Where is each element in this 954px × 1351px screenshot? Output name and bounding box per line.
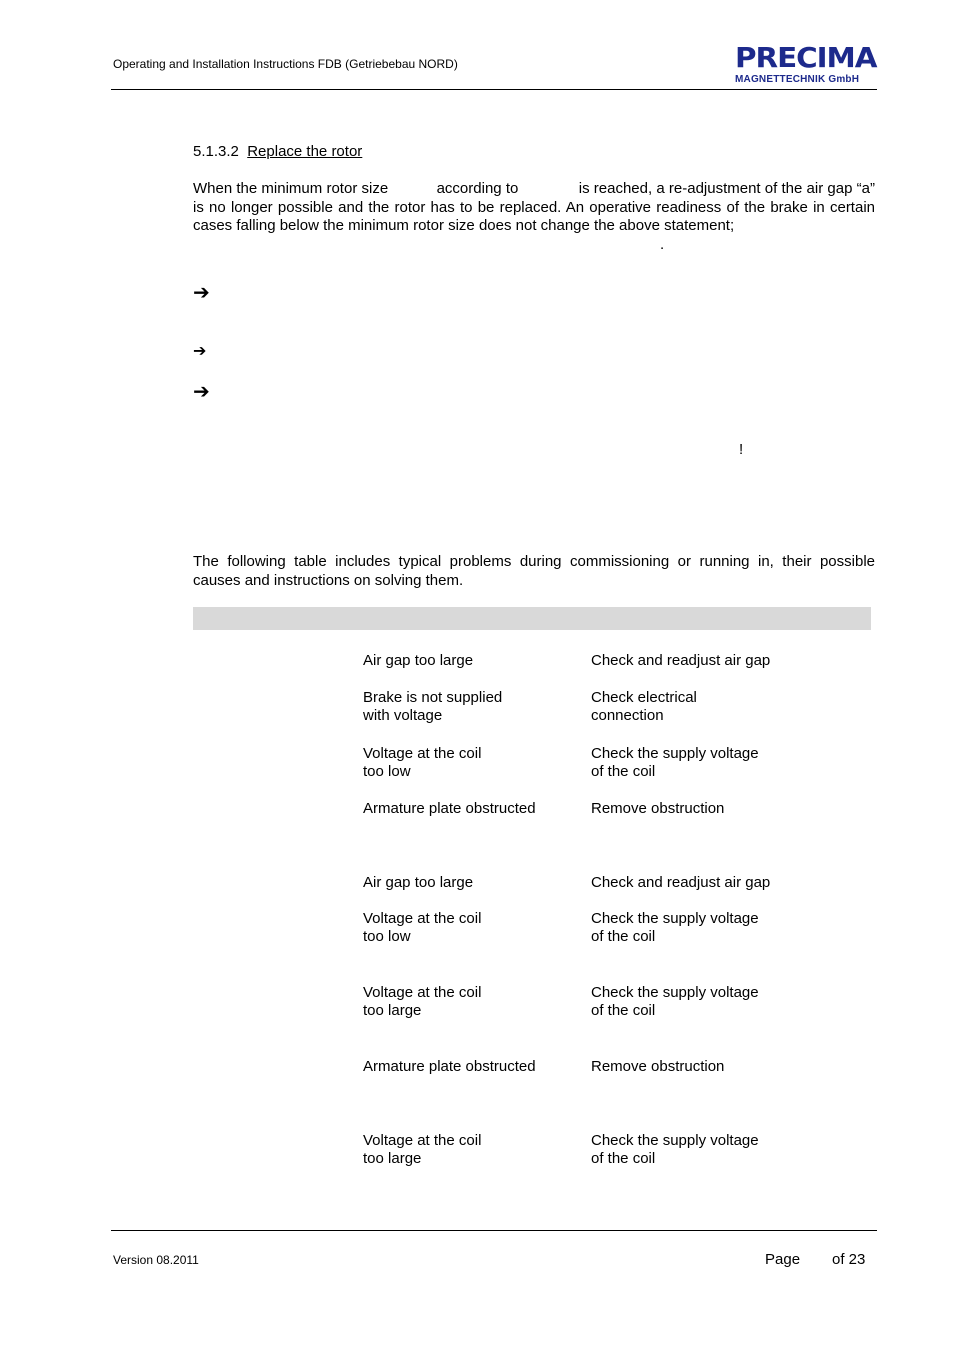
paragraph-rotor-replacement: When the minimum rotor size according to… <box>193 180 875 236</box>
table-cell-cause: Voltage at the coil too low <box>363 745 481 781</box>
table-cell-line: Voltage at the coil <box>363 984 482 1001</box>
paragraph-table-intro: The following table includes typical pro… <box>193 553 875 589</box>
arrow-right-icon: ➔ <box>193 379 210 403</box>
paragraph-text: according to <box>436 180 519 197</box>
table-cell-line: Check the supply voltage <box>591 984 759 1001</box>
table-cell-cause: Armature plate obstructed <box>363 800 536 818</box>
table-cell-line: Armature plate obstructed <box>363 1058 536 1075</box>
table-cell-remedy: Remove obstruction <box>591 800 724 818</box>
header-divider <box>111 89 877 90</box>
table-cell-cause: Voltage at the coil too large <box>363 1132 481 1168</box>
section-number: 5.1.3.2 <box>193 143 239 160</box>
precima-logo: PRECIMA MAGNETTECHNIK GmbH <box>735 44 878 86</box>
footer-page-count: of 23 <box>832 1251 866 1268</box>
table-cell-remedy: Check and readjust air gap <box>591 652 770 670</box>
table-cell-line: connection <box>591 707 664 724</box>
table-cell-remedy: Remove obstruction <box>591 1058 724 1076</box>
table-cell-line: Check the supply voltage <box>591 910 759 927</box>
table-cell-line: Check and readjust air gap <box>591 652 771 669</box>
exclamation-mark: ! <box>739 441 744 458</box>
footer-page-label: Page <box>765 1251 801 1268</box>
table-cell-remedy: Check the supply voltage of the coil <box>591 745 759 781</box>
table-cell-cause: Air gap too large <box>363 652 473 670</box>
table-cell-line: Check the supply voltage <box>591 745 759 762</box>
logo-subtitle: MAGNETTECHNIK GmbH <box>735 74 860 85</box>
table-cell-line: Air gap too large <box>363 874 474 891</box>
document-header-title: Operating and Installation Instructions … <box>113 57 458 71</box>
table-cell-line: Check and readjust air gap <box>591 874 771 891</box>
table-cell-line: Armature plate obstructed <box>363 800 536 817</box>
arrow-right-icon: ➔ <box>193 280 210 304</box>
paragraph-text: When the minimum rotor size <box>193 180 389 197</box>
table-cell-line: too low <box>363 928 411 945</box>
table-cell-remedy: Check and readjust air gap <box>591 874 770 892</box>
table-cell-line: of the coil <box>591 763 656 780</box>
table-cell-line: Check electrical <box>591 689 697 706</box>
table-header-band <box>193 607 871 630</box>
table-cell-line: Check the supply voltage <box>591 1132 759 1149</box>
table-cell-line: too low <box>363 763 411 780</box>
table-cell-line: too large <box>363 1002 422 1019</box>
table-cell-cause: Voltage at the coil too large <box>363 984 481 1020</box>
logo-wordmark: PRECIMA <box>735 41 878 74</box>
table-cell-line: of the coil <box>591 928 656 945</box>
section-title: Replace the rotor <box>247 143 363 160</box>
table-cell-line: Brake is not supplied <box>363 689 503 706</box>
table-cell-cause: Armature plate obstructed <box>363 1058 536 1076</box>
table-cell-line: too large <box>363 1150 422 1167</box>
table-cell-remedy: Check the supply voltage of the coil <box>591 1132 759 1168</box>
footer-divider <box>111 1230 877 1231</box>
table-cell-line: Remove obstruction <box>591 1058 725 1075</box>
table-cell-cause: Brake is not supplied with voltage <box>363 689 502 725</box>
table-cell-line: Voltage at the coil <box>363 745 482 762</box>
table-cell-line: Air gap too large <box>363 652 474 669</box>
table-cell-cause: Air gap too large <box>363 874 473 892</box>
table-cell-line: of the coil <box>591 1150 656 1167</box>
table-cell-remedy: Check the supply voltage of the coil <box>591 910 759 946</box>
footer-version: Version 08.2011 <box>113 1253 199 1267</box>
table-cell-line: Voltage at the coil <box>363 910 482 927</box>
table-cell-line: of the coil <box>591 1002 656 1019</box>
paragraph-period: . <box>660 236 665 253</box>
arrow-right-icon: ➔ <box>193 341 207 360</box>
section-heading: 5.1.3.2 Replace the rotor <box>193 143 362 160</box>
table-cell-remedy: Check electrical connection <box>591 689 697 725</box>
table-cell-cause: Voltage at the coil too low <box>363 910 481 946</box>
table-cell-remedy: Check the supply voltage of the coil <box>591 984 759 1020</box>
table-cell-line: Voltage at the coil <box>363 1132 482 1149</box>
table-cell-line: with voltage <box>363 707 443 724</box>
table-cell-line: Remove obstruction <box>591 800 725 817</box>
